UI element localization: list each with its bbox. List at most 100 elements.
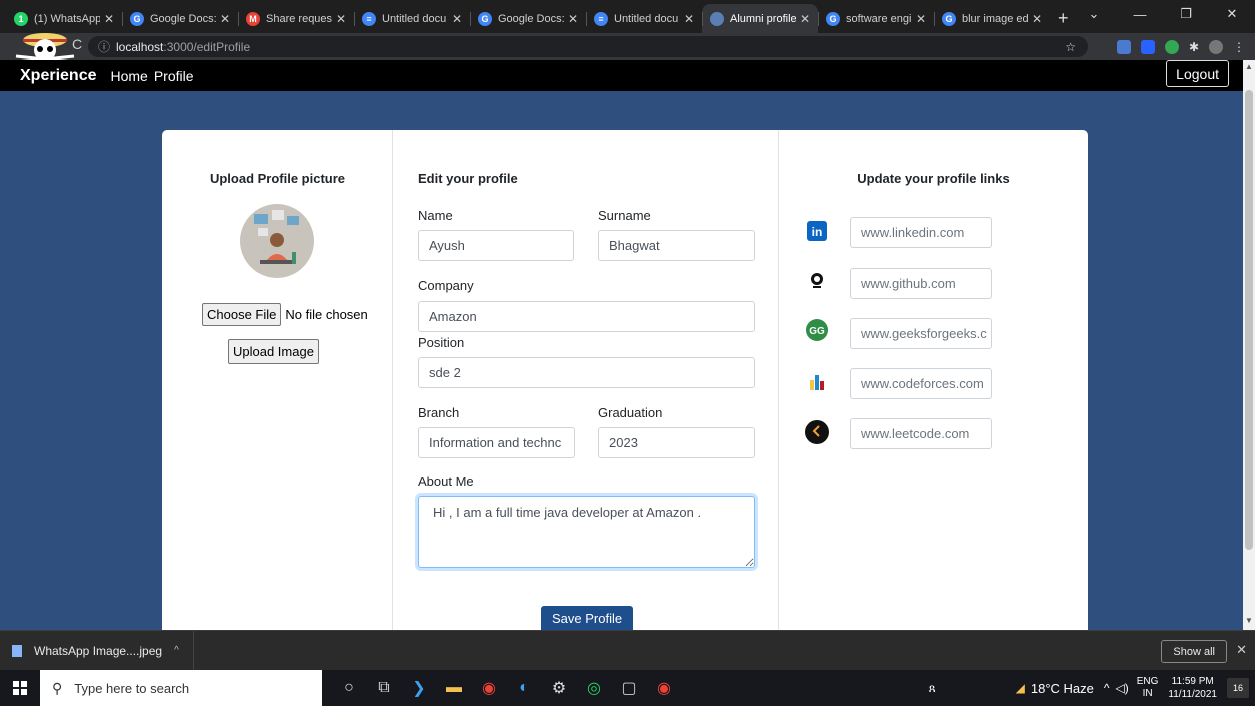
- codeforces-icon: [805, 370, 829, 394]
- company-input[interactable]: Amazon: [418, 301, 755, 332]
- geeksforgeeks-input[interactable]: www.geeksforgeeks.c: [850, 318, 992, 349]
- vscode-icon[interactable]: ❯: [404, 673, 434, 703]
- position-input[interactable]: sde 2: [418, 357, 755, 388]
- cortana-icon[interactable]: ○: [334, 673, 364, 703]
- scrollbar-thumb[interactable]: [1245, 90, 1253, 550]
- brand-logo[interactable]: Xperience: [20, 67, 96, 85]
- tab-title: software engi: [846, 12, 912, 25]
- reload-icon-2[interactable]: C: [72, 36, 82, 52]
- tab-close-icon[interactable]: ✕: [336, 12, 346, 26]
- task-view-icon[interactable]: ⧉: [369, 673, 399, 703]
- scroll-up-icon[interactable]: ▲: [1243, 62, 1255, 74]
- links-heading: Update your profile links: [857, 171, 1010, 186]
- nav-home-link[interactable]: Home: [110, 68, 147, 84]
- linkedin-input[interactable]: www.linkedin.com: [850, 217, 992, 248]
- info-icon[interactable]: ⓘ: [98, 38, 110, 55]
- search-placeholder: Type here to search: [74, 680, 190, 696]
- logout-button[interactable]: Logout: [1166, 60, 1229, 87]
- whatsapp-icon[interactable]: ◎: [579, 673, 609, 703]
- branch-input[interactable]: Information and technc: [418, 427, 575, 458]
- show-all-button[interactable]: Show all: [1161, 640, 1227, 663]
- people-icon[interactable]: ጸ: [929, 681, 936, 696]
- browser-tab[interactable]: G Google Docs: ✕: [122, 4, 238, 33]
- download-item[interactable]: WhatsApp Image....jpeg ^: [12, 630, 194, 671]
- about-me-textarea[interactable]: Hi , I am a full time java developer at …: [418, 496, 755, 568]
- settings-gear-icon[interactable]: ⚙: [544, 673, 574, 703]
- profile-avatar: [240, 204, 314, 278]
- browser-tab-strip: 1 (1) WhatsApp ✕ G Google Docs: ✕ M Share reque…: [0, 0, 1255, 33]
- browser-tab[interactable]: M Share request ✕: [238, 4, 354, 33]
- tab-close-icon[interactable]: ✕: [684, 12, 694, 26]
- name-label: Name: [418, 208, 453, 223]
- choose-file-button[interactable]: Choose File: [202, 303, 282, 326]
- scroll-down-icon[interactable]: ▼: [1243, 616, 1255, 628]
- graduation-input[interactable]: 2023: [598, 427, 755, 458]
- close-icon[interactable]: ✕: [1236, 642, 1247, 658]
- maximize-icon[interactable]: ❐: [1163, 6, 1209, 22]
- browser-tab[interactable]: Gsoftware engi ✕: [818, 4, 934, 33]
- url-input[interactable]: ⓘ localhost :3000/editProfile ☆: [88, 36, 1088, 57]
- name-input[interactable]: Ayush: [418, 230, 574, 261]
- save-profile-button[interactable]: Save Profile: [541, 606, 634, 630]
- chevron-up-tray-icon[interactable]: ^: [1104, 681, 1110, 695]
- upload-image-button[interactable]: Upload Image: [228, 339, 319, 364]
- tab-close-icon[interactable]: ✕: [220, 12, 230, 26]
- chevron-up-icon[interactable]: ^: [174, 645, 179, 656]
- tab-title: Share request: [266, 12, 332, 25]
- nav-profile-link[interactable]: Profile: [154, 68, 194, 84]
- extension-green-icon[interactable]: [1164, 39, 1179, 54]
- tab-title: Untitled docu: [614, 12, 679, 25]
- extension-translate-icon[interactable]: [1116, 39, 1131, 54]
- weather-text[interactable]: 18°C Haze: [1031, 681, 1094, 696]
- tab-title: Google Docs:: [150, 12, 216, 25]
- search-icon: ⚲: [52, 679, 63, 696]
- clock-date: 11/11/2021: [1168, 689, 1217, 700]
- file-explorer-icon[interactable]: ▬: [439, 673, 469, 703]
- browser-tab[interactable]: G Google Docs: ✕: [470, 4, 586, 33]
- extensions-puzzle-icon[interactable]: ✱: [1189, 40, 1199, 54]
- browser-tab[interactable]: 1 (1) WhatsApp ✕: [6, 4, 122, 33]
- bookmark-star-icon[interactable]: ☆: [1065, 40, 1076, 54]
- linkedin-icon: in: [805, 219, 829, 243]
- profile-links-section: Update your profile links in www.linkedi…: [779, 130, 1088, 630]
- language-indicator[interactable]: ENG IN: [1137, 676, 1159, 700]
- profile-avatar-icon[interactable]: [1209, 39, 1223, 54]
- clock[interactable]: 11:59 PM 11/11/2021: [1168, 675, 1217, 701]
- codeforces-input[interactable]: www.codeforces.com: [850, 368, 992, 399]
- page-scrollbar[interactable]: ▲ ▼: [1243, 60, 1255, 630]
- tab-search-icon[interactable]: ⌄: [1071, 6, 1117, 22]
- tab-title: Untitled docu: [382, 12, 447, 25]
- browser-tab[interactable]: ≡ Untitled docu ✕: [586, 4, 702, 33]
- tab-close-icon[interactable]: ✕: [916, 12, 926, 26]
- developer-illustration-icon: [254, 210, 299, 264]
- close-window-icon[interactable]: ✕: [1209, 6, 1255, 22]
- tab-title: Google Docs:: [498, 12, 564, 25]
- leetcode-input[interactable]: www.leetcode.com: [850, 418, 992, 449]
- tab-close-icon[interactable]: ✕: [800, 12, 810, 26]
- tab-favicon-icon: G: [478, 11, 492, 26]
- taskbar-search-input[interactable]: ⚲ Type here to search: [40, 670, 322, 706]
- tab-close-icon[interactable]: ✕: [568, 12, 578, 26]
- minimize-icon[interactable]: —: [1117, 7, 1163, 22]
- browser-tab[interactable]: ≡ Untitled docu ✕: [354, 4, 470, 33]
- tab-close-icon[interactable]: ✕: [452, 12, 462, 26]
- github-input[interactable]: www.github.com: [850, 268, 992, 299]
- notification-center-icon[interactable]: 16: [1227, 678, 1249, 698]
- extension-trello-icon[interactable]: [1140, 39, 1155, 54]
- surname-label: Surname: [598, 208, 651, 223]
- system-tray: ጸ ◢ 18°C Haze ^ ◁) ENG IN 11:59 PM 11/11…: [929, 670, 1255, 706]
- browser-tab[interactable]: Alumni profile ✕: [702, 4, 818, 33]
- browser-tab[interactable]: Gblur image ed ✕: [934, 4, 1050, 33]
- windows-start-icon[interactable]: [0, 670, 40, 706]
- tab-close-icon[interactable]: ✕: [1032, 12, 1042, 26]
- volume-icon[interactable]: ◁): [1116, 681, 1129, 695]
- surname-input[interactable]: Bhagwat: [598, 230, 755, 261]
- chrome-icon[interactable]: ◉: [474, 673, 504, 703]
- edge-icon[interactable]: ◐: [509, 673, 539, 703]
- chrome-profile-icon[interactable]: ◉: [649, 673, 679, 703]
- tab-close-icon[interactable]: ✕: [104, 12, 114, 26]
- browser-menu-icon[interactable]: ⋮: [1233, 40, 1245, 54]
- window-controls: ⌄ — ❐ ✕: [1071, 0, 1255, 28]
- terminal-icon[interactable]: ▢: [614, 673, 644, 703]
- new-tab-icon[interactable]: +: [1058, 4, 1069, 33]
